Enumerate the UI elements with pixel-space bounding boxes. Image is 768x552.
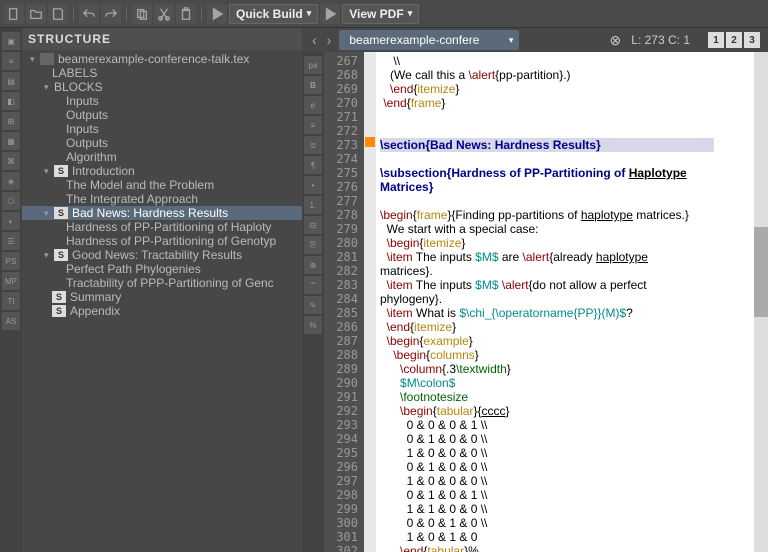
tool-icon-4[interactable]: ◧: [2, 92, 20, 110]
left-toolbar: ▣ ≡ ▤ ◧ ⊞ ▦ ⌘ ◈ ⎔ ◐ ☰ PS MP TI AS: [0, 28, 22, 552]
document-icon: [40, 53, 54, 65]
tool-icon-1[interactable]: ▣: [2, 32, 20, 50]
tree-file[interactable]: ▾beamerexample-conference-talk.tex: [22, 52, 302, 66]
tree-sub[interactable]: The Model and the Problem: [22, 178, 302, 192]
tree-section[interactable]: ▾SIntroduction: [22, 164, 302, 178]
copy-icon[interactable]: [132, 4, 152, 24]
redo-icon[interactable]: [101, 4, 121, 24]
tree-sub[interactable]: Perfect Path Phylogenies: [22, 262, 302, 276]
editor-side-toolbar: pa B e ≡ ≣ ¶ • 1. ⊟ ⎘ ⊕ “” ✎ %: [302, 52, 324, 552]
line-gutter: 267 268 269 270 271 272 273 274 275 276 …: [324, 52, 364, 552]
tool-icon-8[interactable]: ◈: [2, 172, 20, 190]
tool-icon-3[interactable]: ▤: [2, 72, 20, 90]
ed-tool-desc[interactable]: ⊟: [304, 216, 322, 234]
ed-tool-center[interactable]: ≣: [304, 136, 322, 154]
structure-tree: ▾beamerexample-conference-talk.tex LABEL…: [22, 50, 302, 552]
tool-icon-11[interactable]: ☰: [2, 232, 20, 250]
section-icon: S: [54, 207, 68, 219]
tree-labels[interactable]: LABELS: [22, 66, 302, 80]
pane-2-button[interactable]: 2: [726, 32, 742, 48]
editor-topbar: ‹ › beamerexample-confere ⊗ L: 273 C: 1 …: [302, 28, 768, 52]
tree-sub[interactable]: Tractability of PPP-Partitioning of Genc: [22, 276, 302, 290]
open-file-icon[interactable]: [26, 4, 46, 24]
tool-icon-10[interactable]: ◐: [2, 212, 20, 230]
cursor-position: L: 273 C: 1: [631, 33, 690, 47]
save-icon[interactable]: [48, 4, 68, 24]
ed-tool-para[interactable]: ¶: [304, 156, 322, 174]
bookmark-strip: [364, 52, 376, 552]
paste-icon[interactable]: [176, 4, 196, 24]
tree-item[interactable]: Algorithm: [22, 150, 302, 164]
tool-icon-ti[interactable]: TI: [2, 292, 20, 310]
tool-icon-9[interactable]: ⎔: [2, 192, 20, 210]
vertical-scrollbar[interactable]: [754, 52, 768, 552]
structure-panel: STRUCTURE ▾beamerexample-conference-talk…: [22, 28, 302, 552]
ed-tool-part[interactable]: pa: [304, 56, 322, 74]
tool-icon-as[interactable]: AS: [2, 312, 20, 330]
code-editor[interactable]: \\ (We call this a \alert{pp-partition}.…: [376, 52, 754, 552]
section-icon: S: [52, 305, 66, 317]
main-toolbar: Quick Build ▾ View PDF ▾: [0, 0, 768, 28]
tool-icon-ps[interactable]: PS: [2, 252, 20, 270]
tool-icon-6[interactable]: ▦: [2, 132, 20, 150]
ed-tool-bold[interactable]: B: [304, 76, 322, 94]
pane-3-button[interactable]: 3: [744, 32, 760, 48]
tree-section[interactable]: SAppendix: [22, 304, 302, 318]
file-dropdown[interactable]: beamerexample-confere: [339, 30, 519, 50]
tool-icon-7[interactable]: ⌘: [2, 152, 20, 170]
tree-sub[interactable]: Hardness of PP-Partitioning of Genotyp: [22, 234, 302, 248]
tree-sub[interactable]: The Integrated Approach: [22, 192, 302, 206]
pane-1-button[interactable]: 1: [708, 32, 724, 48]
ed-tool-cite[interactable]: “”: [304, 276, 322, 294]
ed-tool-link[interactable]: ⎘: [304, 236, 322, 254]
tree-section[interactable]: ▾SGood News: Tractability Results: [22, 248, 302, 262]
tree-item[interactable]: Outputs: [22, 108, 302, 122]
play-icon[interactable]: [207, 4, 227, 24]
tree-blocks[interactable]: ▾BLOCKS: [22, 80, 302, 94]
close-icon[interactable]: ⊗: [610, 32, 622, 49]
tree-item[interactable]: Inputs: [22, 94, 302, 108]
section-icon: S: [52, 291, 66, 303]
section-icon: S: [54, 165, 68, 177]
ed-tool-left[interactable]: ≡: [304, 116, 322, 134]
cut-icon[interactable]: [154, 4, 174, 24]
tool-icon-2[interactable]: ≡: [2, 52, 20, 70]
view-play-icon[interactable]: [320, 4, 340, 24]
tree-sub[interactable]: Hardness of PP-Partitioning of Haploty: [22, 220, 302, 234]
ed-tool-emph[interactable]: e: [304, 96, 322, 114]
tree-section[interactable]: SSummary: [22, 290, 302, 304]
ed-tool-ref[interactable]: ⊕: [304, 256, 322, 274]
ed-tool-list[interactable]: •: [304, 176, 322, 194]
ed-tool-comment[interactable]: %: [304, 316, 322, 334]
undo-icon[interactable]: [79, 4, 99, 24]
tree-item[interactable]: Inputs: [22, 122, 302, 136]
ed-tool-note[interactable]: ✎: [304, 296, 322, 314]
section-icon: S: [54, 249, 68, 261]
view-dropdown[interactable]: View PDF ▾: [342, 4, 419, 24]
nav-fwd-icon[interactable]: ›: [325, 32, 334, 48]
new-file-icon[interactable]: [4, 4, 24, 24]
tool-icon-5[interactable]: ⊞: [2, 112, 20, 130]
tree-section-selected[interactable]: ▾SBad News: Hardness Results: [22, 206, 302, 220]
ed-tool-enum[interactable]: 1.: [304, 196, 322, 214]
bookmark-icon[interactable]: [365, 137, 375, 147]
structure-header: STRUCTURE: [22, 28, 302, 50]
editor-panel: ‹ › beamerexample-confere ⊗ L: 273 C: 1 …: [302, 28, 768, 552]
tool-icon-mp[interactable]: MP: [2, 272, 20, 290]
tree-item[interactable]: Outputs: [22, 136, 302, 150]
nav-back-icon[interactable]: ‹: [310, 32, 319, 48]
build-dropdown[interactable]: Quick Build ▾: [229, 4, 318, 24]
